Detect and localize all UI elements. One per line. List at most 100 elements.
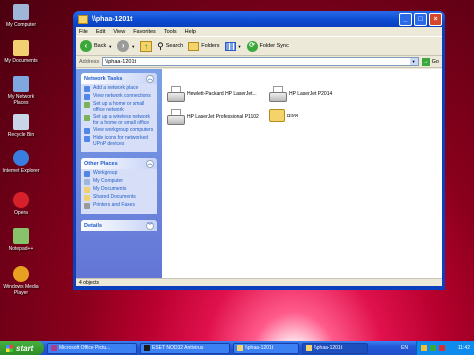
my-computer-icon bbox=[84, 179, 90, 185]
task-setup-wireless[interactable]: Set up a wireless network for a home or … bbox=[84, 114, 154, 126]
windows-logo-icon bbox=[6, 344, 13, 352]
place-shared-documents[interactable]: Shared Documents bbox=[84, 194, 154, 201]
collapse-chevron-icon[interactable]: ︿ bbox=[146, 159, 154, 168]
desktop-icon-media-player[interactable]: Windows Media Player bbox=[1, 266, 41, 296]
menu-bar: File Edit View Favorites Tools Help bbox=[76, 27, 442, 37]
desktop-icon-network[interactable]: My Network Places bbox=[1, 76, 41, 106]
place-workgroup[interactable]: Workgroup bbox=[84, 170, 154, 177]
back-arrow-icon: ‹ bbox=[80, 40, 92, 52]
shared-printer-icon bbox=[269, 86, 287, 102]
folders-button[interactable]: Folders bbox=[188, 41, 220, 51]
search-button[interactable]: ⚲ Search bbox=[157, 41, 183, 52]
place-my-computer[interactable]: My Computer bbox=[84, 178, 154, 185]
system-tray: 11:42 bbox=[416, 341, 474, 355]
wireless-icon bbox=[84, 115, 90, 121]
chevron-down-icon[interactable]: ▼ bbox=[409, 58, 418, 65]
shared-printer-icon bbox=[167, 109, 185, 125]
file-item[interactable]: איגום bbox=[269, 109, 298, 122]
chevron-down-icon: ▼ bbox=[131, 43, 136, 49]
task-add-network-place[interactable]: Add a network place bbox=[84, 85, 154, 92]
status-bar: 4 objects bbox=[76, 278, 442, 286]
task-view-workgroup[interactable]: View workgroup computers bbox=[84, 127, 154, 134]
desktop-icon-my-documents[interactable]: My Documents bbox=[1, 40, 41, 64]
file-item[interactable]: HP LaserJet Professional P1102 bbox=[167, 109, 259, 125]
taskbar-button-folder[interactable]: \\phaa-1201t bbox=[233, 342, 299, 354]
menu-file[interactable]: File bbox=[79, 29, 88, 35]
other-places-panel: Other Places ︿ Workgroup My Computer My D… bbox=[81, 158, 157, 214]
window-client: File Edit View Favorites Tools Help ‹ Bac… bbox=[76, 27, 442, 286]
maximize-button[interactable]: □ bbox=[414, 12, 427, 26]
network-tasks-header[interactable]: Network Tasks ︿ bbox=[81, 73, 157, 84]
workgroup-icon bbox=[84, 128, 90, 134]
tray-network-icon[interactable] bbox=[430, 345, 436, 351]
desktop-icon-opera[interactable]: Opera bbox=[1, 192, 41, 216]
folder-icon bbox=[237, 345, 243, 351]
minimize-button[interactable]: _ bbox=[399, 12, 412, 26]
internet-explorer-icon bbox=[13, 150, 29, 166]
back-button[interactable]: ‹ Back ▼ bbox=[80, 40, 112, 52]
workgroup-icon bbox=[84, 171, 90, 177]
desktop-icon-recycle-bin[interactable]: Recycle Bin bbox=[1, 114, 41, 138]
close-button[interactable]: × bbox=[429, 12, 442, 26]
place-printers-faxes[interactable]: Printers and Faxes bbox=[84, 202, 154, 209]
go-arrow-icon: → bbox=[421, 57, 430, 66]
tray-antivirus-icon[interactable] bbox=[439, 345, 445, 351]
chevron-down-icon: ▼ bbox=[237, 43, 242, 49]
details-header[interactable]: Details ﹀ bbox=[81, 220, 157, 231]
menu-edit[interactable]: Edit bbox=[96, 29, 105, 35]
clock[interactable]: 11:42 bbox=[458, 345, 470, 351]
menu-favorites[interactable]: Favorites bbox=[133, 29, 156, 35]
file-item[interactable]: HP LaserJet P2014 bbox=[269, 86, 332, 102]
eset-icon bbox=[144, 345, 150, 351]
taskbar-button-eset[interactable]: ESET NOD32 Antivirus bbox=[140, 342, 230, 354]
taskbar-button-office-picture[interactable]: Microsoft Office Pictu... bbox=[47, 342, 137, 354]
place-my-documents[interactable]: My Documents bbox=[84, 186, 154, 193]
other-places-header[interactable]: Other Places ︿ bbox=[81, 158, 157, 169]
views-button[interactable]: ▼ bbox=[224, 41, 242, 51]
collapse-chevron-icon[interactable]: ︿ bbox=[146, 74, 154, 83]
go-button[interactable]: → Go bbox=[421, 57, 439, 66]
task-view-connections[interactable]: View network connections bbox=[84, 93, 154, 100]
forward-button[interactable]: › ▼ bbox=[117, 40, 135, 52]
office-picture-icon bbox=[51, 345, 57, 351]
folder-up-icon: ↑ bbox=[140, 40, 153, 52]
address-bar: Address \\phaa-1201t ▼ → Go bbox=[76, 56, 442, 68]
chevron-down-icon: ▼ bbox=[108, 43, 113, 49]
recycle-bin-icon bbox=[13, 114, 29, 130]
forward-arrow-icon: › bbox=[117, 40, 130, 52]
title-bar[interactable]: \\phaa-1201t _ □ × bbox=[73, 11, 445, 27]
task-setup-home-network[interactable]: Set up a home or small office network bbox=[84, 101, 154, 113]
expand-chevron-icon[interactable]: ﹀ bbox=[146, 221, 154, 230]
network-place-icon bbox=[84, 86, 90, 92]
up-button[interactable]: ↑ bbox=[140, 40, 153, 52]
network-icon bbox=[13, 76, 29, 92]
file-view: Hewlett-Packard HP LaserJet... HP LaserJ… bbox=[162, 69, 442, 278]
task-pane: Network Tasks ︿ Add a network place View … bbox=[76, 69, 162, 278]
start-button[interactable]: start bbox=[0, 341, 44, 355]
shared-printer-icon bbox=[167, 86, 185, 102]
folder-sync-button[interactable]: ⟳ Folder Sync bbox=[246, 40, 289, 52]
desktop-icon-ie[interactable]: Internet Explorer bbox=[1, 150, 41, 174]
file-item[interactable]: Hewlett-Packard HP LaserJet... bbox=[167, 86, 257, 102]
menu-tools[interactable]: Tools bbox=[164, 29, 177, 35]
menu-view[interactable]: View bbox=[113, 29, 125, 35]
tray-app-icon[interactable] bbox=[421, 345, 427, 351]
upnp-icon bbox=[84, 136, 90, 142]
taskbar-button-folder-active[interactable]: \\phaa-1201t bbox=[302, 342, 368, 354]
desktop-icon-notepadpp[interactable]: Notepad++ bbox=[1, 228, 41, 252]
status-text: 4 objects bbox=[79, 279, 100, 286]
language-indicator[interactable]: EN bbox=[401, 345, 408, 351]
taskbar: start Microsoft Office Pictu... ESET NOD… bbox=[0, 341, 474, 355]
printer-icon bbox=[84, 203, 90, 209]
desktop-icon-my-computer[interactable]: My Computer bbox=[1, 4, 41, 28]
folders-icon bbox=[188, 41, 200, 51]
explorer-window: \\phaa-1201t _ □ × File Edit View Favori… bbox=[73, 11, 445, 290]
search-icon: ⚲ bbox=[157, 40, 164, 51]
menu-help[interactable]: Help bbox=[185, 29, 196, 35]
home-network-icon bbox=[84, 102, 90, 108]
sync-icon: ⟳ bbox=[246, 40, 258, 52]
task-hide-upnp[interactable]: Hide icons for networked UPnP devices bbox=[84, 135, 154, 147]
address-input[interactable]: \\phaa-1201t ▼ bbox=[102, 57, 419, 66]
toolbar: ‹ Back ▼ › ▼ ↑ ⚲ Search Folders ▼ ⟳ Folder Sy… bbox=[76, 37, 442, 56]
my-documents-icon bbox=[13, 40, 29, 56]
